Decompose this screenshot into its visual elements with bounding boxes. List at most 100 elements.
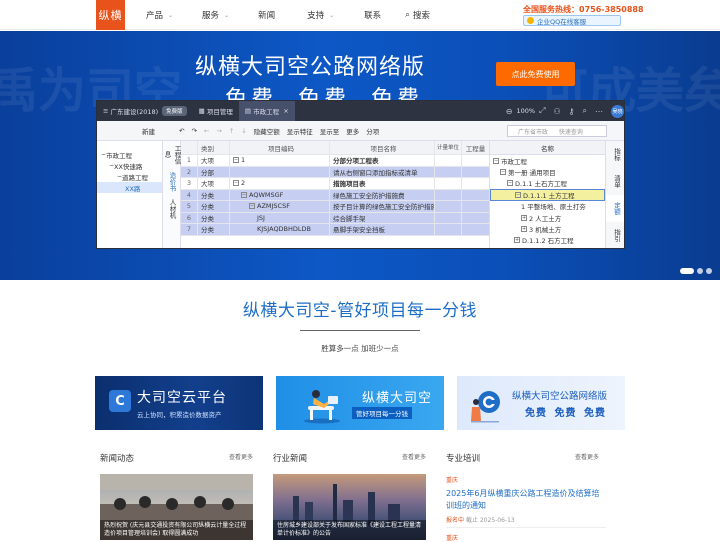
nav-item-4[interactable]: 联系: [364, 9, 381, 21]
close-icon[interactable]: ×: [283, 107, 288, 115]
quota-tree-item[interactable]: − 市政工程: [490, 155, 605, 166]
expand-toggle-icon[interactable]: −: [515, 191, 521, 198]
expand-toggle-icon[interactable]: +: [514, 237, 520, 244]
row-quantity[interactable]: [462, 167, 489, 178]
training-meta: 报名中 截止 2025-06-13: [446, 515, 515, 524]
more-dropdown[interactable]: 更多: [346, 126, 359, 136]
menu-icon[interactable]: ≡: [103, 107, 108, 115]
tab-municipal[interactable]: ▤ 市政工程 ×: [238, 101, 295, 121]
help-icon[interactable]: ⊖: [506, 107, 513, 116]
grid-header-cell[interactable]: 计量单位: [435, 141, 462, 154]
expand-toggle-icon[interactable]: −: [249, 203, 255, 210]
quota-tree-item[interactable]: − D.1.1.1 土方工程: [490, 189, 605, 201]
training-region-tag: 重庆: [446, 477, 459, 484]
grid-header-cell[interactable]: 类别: [198, 141, 230, 154]
highway-network-card[interactable]: 纵横大司空公路网络版 免费 免费 免费: [457, 376, 625, 430]
quick-search-input[interactable]: 快速查询: [559, 127, 583, 136]
new-button[interactable]: 新建: [142, 126, 155, 136]
undo-icon[interactable]: ↶: [179, 127, 184, 135]
quota-tree-item[interactable]: +3 机械土方: [490, 223, 605, 234]
split-button[interactable]: 分项: [366, 126, 379, 136]
quota-tree-item[interactable]: 1 平整场地、原土打夯: [490, 201, 605, 212]
training-title-link[interactable]: 2025年6月纵横重庆公路工程造价及结算培训班的通知: [446, 488, 606, 512]
row-quantity[interactable]: [462, 224, 489, 235]
carousel-dot[interactable]: [697, 268, 703, 274]
dasikong-card[interactable]: 纵横大司空 管好项目每一分钱: [276, 376, 444, 430]
quota-tree-item[interactable]: − 第一册 通用项目: [490, 166, 605, 177]
project-tree-item[interactable]: − 道路工程: [97, 171, 162, 182]
region-select[interactable]: 广东省市政 快速查询: [507, 125, 607, 137]
user-icon[interactable]: ⚇: [553, 107, 560, 116]
cloud-platform-card[interactable]: C 大司空云平台 云上协同，积累造价数据资产: [95, 376, 263, 430]
grid-header-cell[interactable]: 项目名称: [330, 141, 435, 154]
expand-toggle-icon[interactable]: +: [521, 226, 527, 233]
forward-icon[interactable]: →: [216, 127, 221, 135]
industry-photo[interactable]: 住房城乡建设部关于发布国家标准《建设工程工程量清单计价标准》的公告: [273, 474, 426, 540]
news-more-link[interactable]: 查看更多: [229, 452, 253, 461]
nav-item-0[interactable]: 产品 ⌄: [146, 9, 173, 21]
row-quantity[interactable]: [462, 190, 489, 201]
table-row[interactable]: 3 大项 −2 措施项目表: [181, 178, 489, 190]
carousel-dot[interactable]: [680, 268, 694, 274]
expand-toggle-icon[interactable]: −: [233, 180, 239, 187]
carousel-dot[interactable]: [706, 268, 712, 274]
expand-toggle-icon[interactable]: −: [233, 157, 239, 164]
down-icon[interactable]: ↓: [241, 127, 246, 135]
row-quantity[interactable]: [462, 178, 489, 189]
row-quantity[interactable]: [462, 201, 489, 212]
quota-item-label: 1 平整场地、原土打夯: [521, 203, 586, 212]
user-avatar[interactable]: 吴晓: [611, 104, 624, 118]
table-row[interactable]: 1 大项 −1 分部分项工程表: [181, 155, 489, 167]
quota-tree-item[interactable]: +2 人工土方: [490, 212, 605, 223]
row-quantity[interactable]: [462, 155, 489, 166]
expand-toggle-icon[interactable]: −: [500, 169, 506, 176]
qq-service-button[interactable]: 企业QQ在线客服: [523, 15, 621, 26]
table-row[interactable]: 2 分部 请从右侧窗口添加指标或清单: [181, 166, 489, 178]
quota-tree-item[interactable]: + D.1.1.2 石方工程: [490, 235, 605, 246]
hide-empty-button[interactable]: 隐藏空额: [254, 126, 280, 136]
table-row[interactable]: 6 分类 JSJ 综合脚手架: [181, 212, 489, 224]
redo-icon[interactable]: ↷: [191, 127, 196, 135]
search-button[interactable]: ⌕ 搜索: [405, 9, 430, 21]
more-icon[interactable]: ⋯: [595, 107, 603, 116]
project-tree-item[interactable]: − 市政工程: [97, 149, 162, 160]
vertical-tab[interactable]: 造价书: [163, 168, 181, 195]
training-more-link[interactable]: 查看更多: [575, 452, 599, 461]
free-use-button[interactable]: 点此免费使用: [496, 62, 575, 86]
expand-toggle-icon[interactable]: −: [507, 180, 513, 187]
fullscreen-icon[interactable]: ⤢: [539, 106, 545, 116]
show-to-dropdown[interactable]: 显示至: [320, 126, 340, 136]
vertical-tab[interactable]: 工程信息: [163, 141, 181, 168]
project-tree-item[interactable]: XX路: [97, 182, 162, 193]
quota-tree-item[interactable]: − D.1.1 土石方工程: [490, 178, 605, 189]
expand-toggle-icon[interactable]: −: [493, 157, 499, 164]
table-row[interactable]: 7 分类 KJSJAQDBHDLDB 悬脚手架安全挡板: [181, 224, 489, 236]
side-tab[interactable]: 清单: [606, 168, 624, 195]
industry-more-link[interactable]: 查看更多: [402, 452, 426, 461]
show-feature-button[interactable]: 显示特征: [287, 126, 313, 136]
row-code: − AZMJSCSF: [230, 201, 330, 212]
side-tab[interactable]: 定额: [606, 195, 624, 222]
zoom-level[interactable]: 100%: [516, 107, 535, 115]
grid-header-cell[interactable]: 工程量: [462, 141, 489, 154]
row-quantity[interactable]: [462, 213, 489, 224]
nav-item-1[interactable]: 服务 ⌄: [202, 9, 229, 21]
expand-toggle-icon[interactable]: +: [521, 214, 527, 221]
nav-item-3[interactable]: 支持 ⌄: [307, 9, 334, 21]
brand-logo[interactable]: 纵横: [96, 0, 125, 30]
key-icon[interactable]: ⚷: [569, 107, 575, 116]
up-icon[interactable]: ↑: [229, 127, 234, 135]
back-icon[interactable]: ←: [204, 127, 209, 135]
table-row[interactable]: 4 分类 − AQWMSGF 绿色施工安全防护措施费: [181, 189, 489, 201]
search-icon[interactable]: ⌕: [583, 106, 587, 116]
table-row[interactable]: 5 分类 − AZMJSCSF 按子目计算的绿色施工安全防护措施费: [181, 201, 489, 213]
tab-project-management[interactable]: ▦ 项目管理: [193, 101, 239, 121]
vertical-tab[interactable]: 人材机: [163, 195, 181, 222]
side-tab[interactable]: 指引: [606, 222, 624, 248]
grid-header-cell[interactable]: 项目编码: [230, 141, 330, 154]
expand-toggle-icon[interactable]: −: [241, 191, 247, 198]
side-tab[interactable]: 指标: [606, 141, 624, 168]
project-tree-item[interactable]: − XX快速路: [97, 160, 162, 171]
nav-item-2[interactable]: 新闻: [258, 9, 275, 21]
news-photo[interactable]: 热烈祝贺 (庆元县交通投资有限公司纵横云计量全过程造价项目管理培训会) 取得圆满…: [100, 474, 253, 540]
